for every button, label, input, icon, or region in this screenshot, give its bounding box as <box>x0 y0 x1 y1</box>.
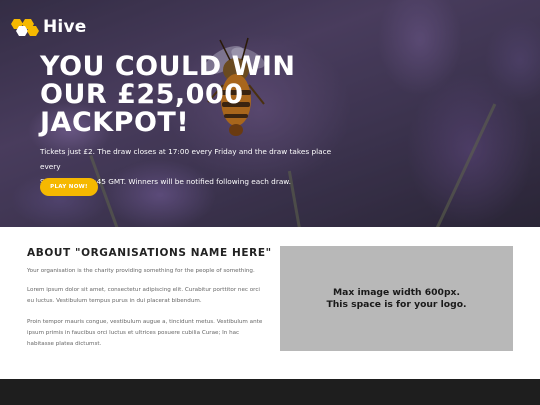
hero-title-line: JACKPOT! <box>40 107 190 138</box>
paragraph-line: Proin tempor mauris congue, vestibulum a… <box>27 319 263 325</box>
brand-name: Hive <box>43 17 87 37</box>
hero-banner: Hive YOU COULD WIN OUR £25,000 JACKPOT! … <box>0 0 540 227</box>
about-intro-paragraph: Your organisation is the charity providi… <box>27 266 267 277</box>
hero-description-line: Tickets just £2. The draw closes at 17:0… <box>40 147 332 171</box>
paragraph-line: habitasse platea dictumst. <box>27 341 102 347</box>
hero-title-line: YOU COULD WIN <box>40 51 296 82</box>
hero-title: YOU COULD WIN OUR £25,000 JACKPOT! <box>40 53 340 137</box>
brand-logo[interactable]: Hive <box>10 17 86 37</box>
honeycomb-icon <box>11 19 39 36</box>
footer-bar <box>0 379 540 405</box>
hero-title-line: OUR £25,000 <box>40 79 244 110</box>
about-lorem-paragraph: Lorem ipsum dolor sit amet, consectetur … <box>27 285 267 307</box>
logo-placeholder: Max image width 600px. This space is for… <box>280 246 513 351</box>
play-now-button[interactable]: PLAY NOW! <box>40 178 98 196</box>
about-heading: ABOUT "ORGANISATIONS NAME HERE" <box>27 247 272 259</box>
paragraph-line: Your organisation is the charity providi… <box>27 268 255 274</box>
paragraph-line: eu luctus. Vestibulum tempus purus in du… <box>27 298 202 304</box>
logo-placeholder-line: Max image width 600px. <box>333 286 460 298</box>
about-proin-paragraph: Proin tempor mauris congue, vestibulum a… <box>27 317 267 350</box>
logo-placeholder-line: This space is for your logo. <box>326 298 467 310</box>
paragraph-line: ipsum primis in faucibus orci luctus et … <box>27 330 240 336</box>
paragraph-line: Lorem ipsum dolor sit amet, consectetur … <box>27 287 260 293</box>
